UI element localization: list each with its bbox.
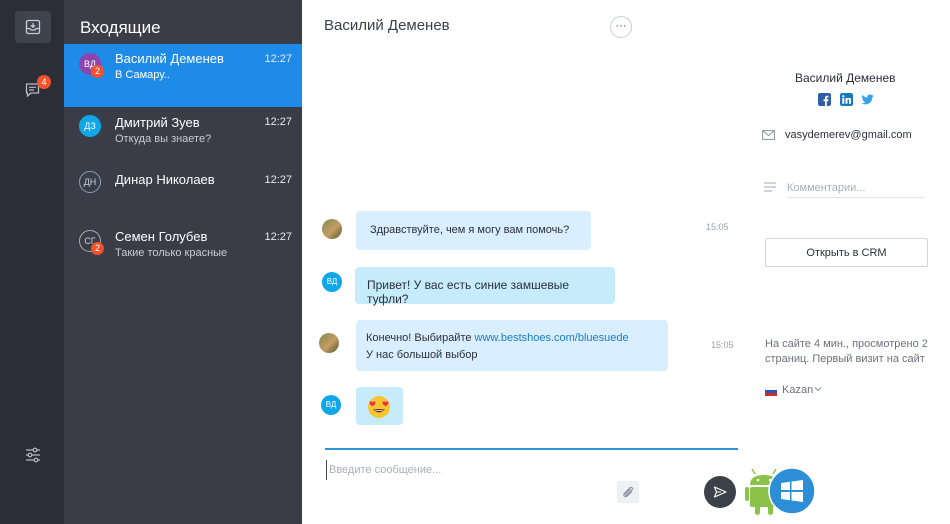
visitor-city[interactable]: Kazan	[782, 384, 813, 396]
chevron-down-icon[interactable]	[814, 386, 822, 392]
comment-lines-icon	[764, 182, 776, 192]
conversation-preview: Такие только красные	[115, 247, 228, 259]
conversation-preview: Откуда вы знаете?	[115, 133, 212, 145]
send-icon	[713, 486, 727, 498]
conversation-name: Василий Деменев	[115, 51, 224, 66]
conversation-name: Динар Николаев	[115, 172, 215, 187]
visitor-avatar: ВД	[322, 272, 342, 292]
windows-icon	[768, 467, 816, 515]
message-bubble: Здравствуйте, чем я могу вам помочь?	[356, 211, 591, 250]
email-icon	[762, 130, 775, 140]
nav-rail: 4	[0, 0, 64, 524]
linkedin-icon[interactable]	[840, 93, 853, 106]
message-link[interactable]: www.bestshoes.com/bluesuede	[475, 332, 629, 344]
profile-email[interactable]: vasydemerev@gmail.com	[785, 129, 912, 141]
operator-avatar	[319, 333, 339, 353]
inbox-button[interactable]	[15, 11, 51, 43]
comment-input[interactable]	[787, 178, 925, 198]
conversation-time: 12:27	[264, 53, 292, 65]
avatar: ДЗ	[79, 115, 101, 137]
message-input[interactable]	[326, 460, 626, 480]
russia-flag-icon	[765, 387, 777, 396]
settings-button[interactable]	[15, 439, 51, 471]
visitor-avatar: ВД	[321, 395, 341, 415]
list-title: Входящие	[80, 18, 161, 37]
message-text: Здравствуйте, чем я могу вам помочь?	[370, 224, 570, 236]
profile-name: Василий Деменев	[795, 71, 896, 85]
unread-badge: 4	[37, 75, 51, 89]
attach-button[interactable]	[617, 481, 639, 503]
send-button[interactable]	[704, 476, 736, 508]
more-icon: ···	[615, 20, 627, 32]
platform-badges	[745, 467, 816, 515]
settings-sliders-icon	[26, 447, 40, 463]
avatar: ДН	[79, 171, 101, 193]
unread-count: 2	[91, 65, 104, 78]
more-options-button[interactable]: ···	[610, 16, 632, 38]
unread-count: 2	[91, 242, 104, 255]
twitter-icon[interactable]	[861, 93, 874, 106]
message-time: 15:05	[706, 222, 729, 232]
message-text: Привет! У вас есть синие замшевые туфли?	[367, 278, 570, 306]
operator-avatar	[322, 219, 342, 239]
message-text: Конечно! Выбирайте	[366, 332, 475, 344]
inbox-icon	[25, 19, 41, 35]
conversation-list: Входящие ВД 2 Василий Деменев 12:27 В Са…	[64, 0, 302, 524]
conversation-name: Семен Голубев	[115, 229, 208, 244]
message-bubble: Привет! У вас есть синие замшевые туфли?	[355, 267, 615, 306]
composer-divider	[325, 448, 738, 450]
paperclip-icon	[623, 486, 634, 498]
conversation-item[interactable]: СГ 2 Семен Голубев 12:27 Такие только кр…	[64, 221, 302, 284]
conversation-time: 12:27	[264, 231, 292, 243]
facebook-icon[interactable]	[818, 93, 831, 106]
conversation-preview: В Самару..	[115, 69, 170, 81]
chat-title: Василий Деменев	[324, 17, 450, 34]
conversation-item[interactable]: ВД 2 Василий Деменев 12:27 В Самару..	[64, 44, 302, 107]
conversation-time: 12:27	[264, 174, 292, 186]
visit-info: На сайте 4 мин., просмотрено 2 страниц. …	[765, 338, 928, 365]
heart-eyes-emoji-icon	[368, 396, 390, 418]
message-time: 15:05	[711, 340, 734, 350]
message-bubble: Конечно! Выбирайте www.bestshoes.com/blu…	[356, 320, 668, 371]
conversation-time: 12:27	[264, 116, 292, 128]
message-text: У нас большой выбор	[366, 349, 478, 361]
conversation-item[interactable]: ДЗ Дмитрий Зуев 12:27 Откуда вы знаете?	[64, 107, 302, 170]
open-in-crm-button[interactable]: Открыть в CRM	[765, 238, 928, 267]
conversation-name: Дмитрий Зуев	[115, 115, 200, 130]
conversation-item[interactable]: ДН Динар Николаев 12:27	[64, 163, 302, 226]
